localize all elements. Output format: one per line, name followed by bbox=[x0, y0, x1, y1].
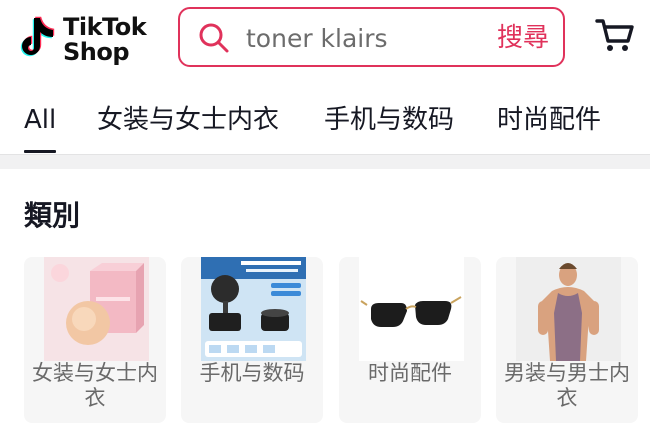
category-image bbox=[359, 257, 464, 361]
active-tab-indicator bbox=[24, 150, 56, 153]
header: TikTok Shop 搜尋 bbox=[0, 0, 650, 88]
logo-line-2: Shop bbox=[63, 38, 130, 66]
category-label: 手机与数码 bbox=[199, 361, 305, 385]
category-label: 男装与男士内衣 bbox=[504, 361, 630, 410]
category-image bbox=[201, 257, 306, 361]
search-button[interactable]: 搜尋 bbox=[497, 21, 549, 55]
shopping-cart-icon[interactable] bbox=[594, 14, 636, 56]
category-image bbox=[516, 257, 621, 361]
tab-all[interactable]: All bbox=[24, 102, 56, 138]
logo-line-1: TikTok bbox=[63, 13, 147, 41]
category-label: 女装与女士内衣 bbox=[32, 361, 158, 410]
category-card-womens[interactable]: 女装与女士内衣 bbox=[24, 257, 166, 423]
search-input[interactable] bbox=[246, 21, 466, 55]
category-label: 时尚配件 bbox=[368, 361, 452, 385]
category-card-mens[interactable]: 男装与男士内衣 bbox=[496, 257, 638, 423]
tab-phones-electronics[interactable]: 手机与数码 bbox=[324, 102, 454, 138]
tab-womens-clothing[interactable]: 女装与女士内衣 bbox=[97, 102, 279, 138]
category-card-electronics[interactable]: 手机与数码 bbox=[181, 257, 323, 423]
tab-fashion-accessories[interactable]: 时尚配件 bbox=[497, 102, 601, 138]
section-title: 類別 bbox=[24, 199, 81, 232]
category-tabs: All 女装与女士内衣 手机与数码 时尚配件 bbox=[0, 92, 650, 154]
tiktok-shop-logo[interactable]: TikTok Shop bbox=[10, 12, 155, 68]
category-card-accessories[interactable]: 时尚配件 bbox=[339, 257, 481, 423]
search-icon bbox=[199, 23, 229, 53]
search-bar[interactable]: 搜尋 bbox=[178, 7, 565, 67]
section-divider bbox=[0, 154, 650, 169]
logo-text: TikTok Shop bbox=[63, 13, 147, 66]
category-image bbox=[44, 257, 149, 361]
tiktok-note-icon bbox=[20, 16, 55, 57]
